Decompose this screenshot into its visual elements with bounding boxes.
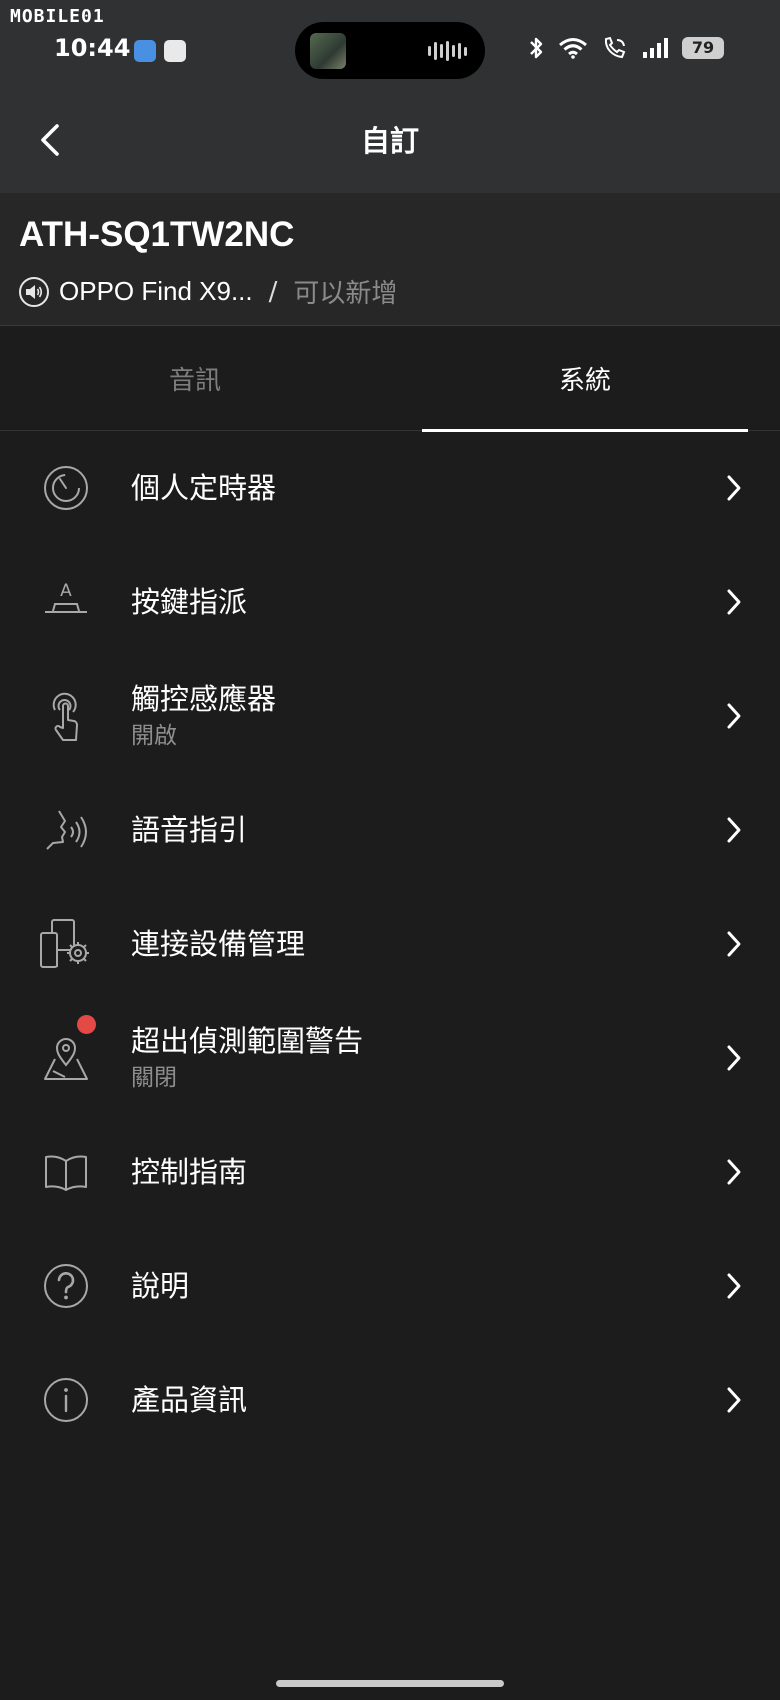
chevron-right-icon [727,589,741,615]
chevron-left-icon [41,124,59,156]
menu-item-control-guide[interactable]: 控制指南 [0,1115,780,1229]
menu-item-label: 語音指引 [131,813,248,847]
chevron-right-icon [727,931,741,957]
signal-icon [642,37,668,59]
tab-system[interactable]: 系統 [390,326,780,432]
add-device-link[interactable]: 可以新增 [293,273,397,310]
chevron-right-icon [727,817,741,843]
home-indicator[interactable] [276,1680,504,1687]
wifi-call-icon [602,36,628,60]
audio-wave-icon [428,41,467,61]
tab-bar: 音訊 系統 [0,326,780,432]
chevron-right-icon [727,1045,741,1071]
wifi-icon [558,37,588,59]
device-name: ATH-SQ1TW2NC [19,215,295,254]
menu-item-label: 說明 [131,1269,190,1303]
connected-device-name: OPPO Find X9... [59,276,253,306]
menu-item-label: 超出偵測範圍警告 [131,1024,364,1058]
chevron-right-icon [727,1159,741,1185]
settings-menu: 個人定時器 A 按鍵指派 觸控感應器 開啟 語音指引 連接設備管理 超出偵測範圍… [0,431,780,1457]
menu-item-help[interactable]: 說明 [0,1229,780,1343]
menu-item-out-of-range-warning[interactable]: 超出偵測範圍警告 關閉 [0,1001,780,1115]
menu-item-label: 觸控感應器 [131,682,277,716]
info-icon [38,1372,94,1428]
tab-audio[interactable]: 音訊 [0,326,390,431]
menu-item-label: 控制指南 [131,1155,248,1189]
timer-icon [38,460,94,516]
device-manage-icon [38,916,94,972]
touch-sensor-icon [38,688,94,744]
map-pin-icon [38,1030,94,1086]
battery-icon: 79 [682,37,724,59]
device-connection: OPPO Find X9... / 可以新增 [19,273,397,310]
menu-item-label: 產品資訊 [131,1383,248,1417]
menu-item-touch-sensor[interactable]: 觸控感應器 開啟 [0,659,780,773]
menu-item-label: 按鍵指派 [131,585,248,619]
top-chrome: MOBILE01 10:44 79 自訂 [0,0,780,193]
menu-item-button-assign[interactable]: A 按鍵指派 [0,545,780,659]
notification-dot [77,1015,96,1034]
tab-label: 系統 [558,366,611,396]
separator: / [268,276,278,307]
album-art [310,33,346,69]
help-icon [38,1258,94,1314]
app-icon [164,40,186,62]
app-screen: MOBILE01 10:44 79 自訂 ATH-SQ1TW2NC OPPO F… [0,0,780,1700]
status-time: 10:44 [54,34,131,62]
menu-item-label: 連接設備管理 [131,927,306,961]
status-icons: 79 [528,36,724,60]
menu-item-personal-timer[interactable]: 個人定時器 [0,431,780,545]
dynamic-island[interactable] [295,22,485,79]
device-header: ATH-SQ1TW2NC OPPO Find X9... / 可以新增 [0,193,780,326]
button-assign-icon: A [38,574,94,630]
weather-icon [134,40,156,62]
menu-item-product-info[interactable]: 產品資訊 [0,1343,780,1457]
menu-item-status: 開啟 [131,723,177,749]
book-icon [38,1144,94,1200]
watermark: MOBILE01 [10,6,105,27]
menu-item-label: 個人定時器 [131,471,277,505]
bluetooth-icon [528,36,544,60]
page-title: 自訂 [360,124,419,158]
menu-item-status: 關閉 [131,1065,177,1091]
speaker-icon [19,276,49,307]
chevron-right-icon [727,703,741,729]
chevron-right-icon [727,1387,741,1413]
chevron-right-icon [727,1273,741,1299]
tab-label: 音訊 [168,366,221,396]
svg-text:A: A [60,581,72,601]
chevron-right-icon [727,475,741,501]
menu-item-device-management[interactable]: 連接設備管理 [0,887,780,1001]
back-button[interactable] [30,118,70,162]
voice-guide-icon [38,802,94,858]
menu-item-voice-guide[interactable]: 語音指引 [0,773,780,887]
